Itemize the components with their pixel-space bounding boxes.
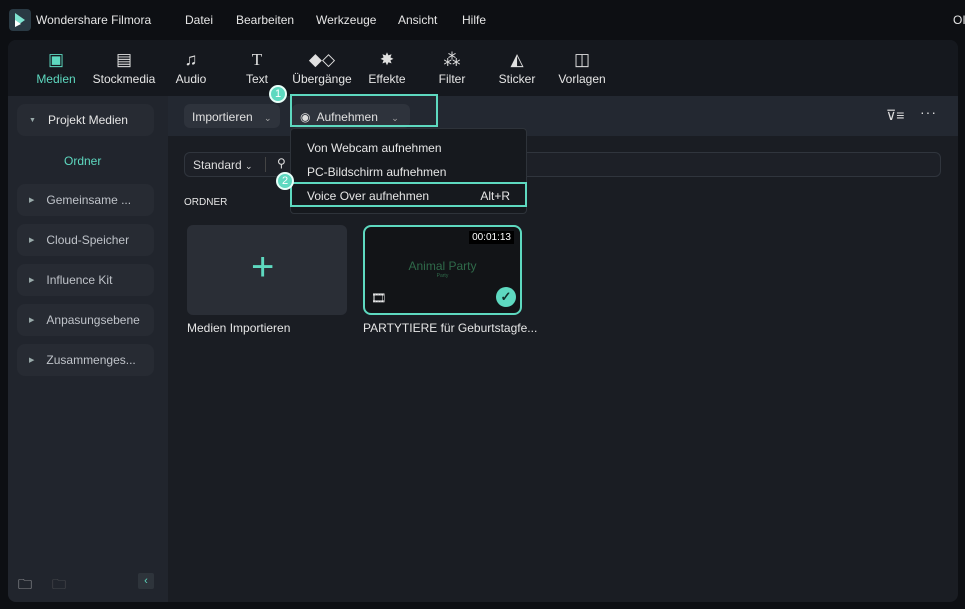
sidebar-item-zusammenges[interactable]: ▶ Zusammenges... bbox=[17, 344, 154, 376]
import-media-label: Medien Importieren bbox=[187, 321, 291, 335]
tab-uebergaenge[interactable]: ◆◇ Übergänge bbox=[287, 50, 357, 86]
new-folder-icon[interactable]: 🗀 bbox=[18, 574, 32, 598]
menu-werkzeuge[interactable]: Werkzeuge bbox=[316, 13, 376, 27]
import-folder-icon[interactable]: 🗀 bbox=[52, 574, 66, 598]
caret-right-icon: ▶ bbox=[29, 197, 35, 204]
main-toolbar: ▣ Medien ▤ Stockmedia ♫ Audio T Text ◆◇ Überg… bbox=[8, 40, 958, 96]
import-media-card[interactable]: + bbox=[187, 225, 347, 315]
record-dropdown-menu: Von Webcam aufnehmen PC-Bildschirm aufne… bbox=[290, 128, 527, 214]
sort-dropdown[interactable]: Standard ⌄ bbox=[193, 158, 253, 172]
thumb-title: Animal Party bbox=[408, 259, 477, 273]
caret-right-icon: ▶ bbox=[29, 357, 35, 364]
tab-stockmedia[interactable]: ▤ Stockmedia bbox=[89, 50, 159, 86]
chevron-down-icon: ⌄ bbox=[245, 161, 253, 171]
menu-bearbeiten[interactable]: Bearbeiten bbox=[236, 13, 294, 27]
sidebar-item-cloud-speicher[interactable]: ▶ Cloud-Speicher bbox=[17, 224, 154, 256]
more-options-icon[interactable]: ··· bbox=[920, 104, 937, 120]
sticker-icon: ◭ bbox=[510, 50, 524, 69]
sidebar-item-gemeinsame[interactable]: ▶ Gemeinsame ... bbox=[17, 184, 154, 216]
caret-right-icon: ▶ bbox=[29, 317, 35, 324]
caret-down-icon: ▼ bbox=[29, 117, 36, 124]
tab-medien[interactable]: ▣ Medien bbox=[21, 50, 91, 86]
music-note-icon: ♫ bbox=[184, 50, 198, 69]
collapse-sidebar-button[interactable]: ‹ bbox=[138, 573, 154, 589]
thumb-subtitle: Party bbox=[436, 273, 449, 279]
media-icon: ▣ bbox=[47, 50, 65, 69]
sparkle-icon: ✸ bbox=[379, 50, 395, 69]
plus-icon: + bbox=[251, 245, 275, 289]
clip-duration: 00:01:13 bbox=[469, 231, 514, 244]
menu-item-webcam[interactable]: Von Webcam aufnehmen bbox=[307, 141, 442, 155]
sidebar: ▼ Projekt Medien Ordner ▶ Gemeinsame ... ▶… bbox=[8, 96, 168, 602]
caret-right-icon: ▶ bbox=[29, 237, 35, 244]
tab-filter[interactable]: ⁂ Filter bbox=[417, 50, 487, 86]
filter-circles-icon: ⁂ bbox=[443, 50, 461, 69]
checkmark-icon: ✓ bbox=[496, 287, 516, 307]
tab-audio[interactable]: ♫ Audio bbox=[156, 50, 226, 86]
transition-icon: ◆◇ bbox=[308, 50, 336, 69]
tab-effekte[interactable]: ✸ Effekte bbox=[352, 50, 422, 86]
media-clip-card[interactable]: 00:01:13 Animal Party Party 🎞 ✓ bbox=[363, 225, 522, 315]
stock-folder-icon: ▤ bbox=[115, 50, 133, 69]
shortcut-label: Alt+R bbox=[480, 189, 510, 203]
menu-ansicht[interactable]: Ansicht bbox=[398, 13, 437, 27]
step-badge-2: 2 bbox=[276, 172, 294, 190]
video-clip-icon: 🎞 bbox=[371, 291, 387, 305]
menu-datei[interactable]: Datei bbox=[185, 13, 213, 27]
caret-right-icon: ▶ bbox=[29, 277, 35, 284]
media-subbar: Importieren ⌄ ◉ Aufnehmen ⌄ ⊽≡ ··· bbox=[168, 96, 958, 136]
menu-item-voiceover[interactable]: Voice Over aufnehmen Alt+R bbox=[290, 182, 527, 207]
divider bbox=[265, 157, 266, 172]
tab-text[interactable]: T Text bbox=[222, 50, 292, 86]
menu-item-screen[interactable]: PC-Bildschirm aufnehmen bbox=[307, 165, 446, 179]
text-icon: T bbox=[251, 50, 263, 69]
title-bar: Wondershare Filmora Datei Bearbeiten Wer… bbox=[0, 0, 965, 40]
record-highlight bbox=[290, 94, 438, 127]
titlebar-right-text: OI bbox=[953, 13, 965, 27]
template-icon: ◫ bbox=[573, 50, 591, 69]
sidebar-item-projekt-medien[interactable]: ▼ Projekt Medien bbox=[17, 104, 154, 136]
tab-sticker[interactable]: ◭ Sticker bbox=[482, 50, 552, 86]
sidebar-item-anpasungsebene[interactable]: ▶ Anpasungsebene bbox=[17, 304, 154, 336]
import-button[interactable]: Importieren ⌄ bbox=[184, 104, 280, 128]
menu-hilfe[interactable]: Hilfe bbox=[462, 13, 486, 27]
sidebar-item-ordner[interactable]: Ordner bbox=[64, 154, 101, 168]
media-clip-label: PARTYTIERE für Geburtstagfe... bbox=[363, 321, 538, 335]
tab-vorlagen[interactable]: ◫ Vorlagen bbox=[547, 50, 617, 86]
search-icon: ⚲ bbox=[277, 156, 286, 170]
filter-list-icon[interactable]: ⊽≡ bbox=[886, 107, 904, 124]
filmora-logo bbox=[9, 9, 31, 31]
sidebar-item-influence-kit[interactable]: ▶ Influence Kit bbox=[17, 264, 154, 296]
chevron-down-icon: ⌄ bbox=[264, 113, 272, 123]
step-badge-1: 1 bbox=[269, 85, 287, 103]
section-label: ORDNER bbox=[184, 197, 228, 208]
app-name: Wondershare Filmora bbox=[36, 13, 152, 27]
main-window: ▣ Medien ▤ Stockmedia ♫ Audio T Text ◆◇ Überg… bbox=[8, 40, 958, 602]
